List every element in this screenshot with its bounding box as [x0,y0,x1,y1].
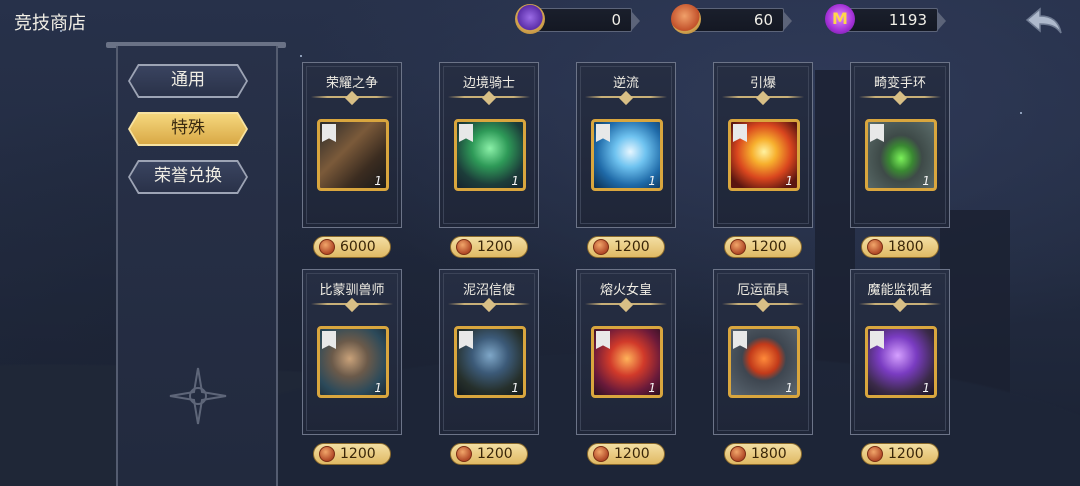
coin-icon [456,446,472,462]
coin-icon [867,239,883,255]
price-value: 6000 [340,239,376,255]
price-value: 1800 [888,239,924,255]
item-name: 荣耀之争 [325,76,378,91]
item-quantity: 1 [511,174,519,188]
item-name: 魔能监视者 [867,283,933,298]
price-button[interactable]: 1800 [724,443,802,465]
shop-item-card[interactable]: 逆流 1 [576,62,676,228]
price-button[interactable]: 1200 [724,236,802,258]
tab-label: 荣誉兑换 [154,166,222,186]
fire-blast-icon: 1 [728,119,800,191]
tab-label: 特殊 [171,118,205,138]
item-quantity: 1 [648,174,656,188]
price-value: 1200 [614,239,650,255]
resource-value: 60 [753,11,773,29]
green-knight-icon: 1 [454,119,526,191]
shop-item-card[interactable]: 比蒙驯兽师 1 [302,269,402,435]
ornament-icon [169,367,227,425]
item-quantity: 1 [648,381,656,395]
resource-arena-coin: 60 [671,4,792,34]
price-value: 1200 [751,239,787,255]
price-value: 1200 [614,446,650,462]
crest-icon [515,4,545,34]
resource-m-gem: M 1193 [825,4,946,34]
coin-icon [867,446,883,462]
shop-item-card[interactable]: 厄运面具 1 [713,269,813,435]
price-button[interactable]: 1200 [450,236,528,258]
tab-general[interactable]: 通用 [128,64,248,98]
arcane-watcher-icon: 1 [865,326,937,398]
price-button[interactable]: 1200 [587,236,665,258]
price-button[interactable]: 1200 [587,443,665,465]
ice-wave-icon: 1 [591,119,663,191]
battle-scroll-icon: 1 [317,119,389,191]
shop-item-card[interactable]: 畸变手环 1 [850,62,950,228]
shop-item-card[interactable]: 荣耀之争 1 [302,62,402,228]
lava-queen-icon: 1 [591,326,663,398]
shop-item-card[interactable]: 泥沼信使 1 [439,269,539,435]
coin-icon [319,446,335,462]
price-value: 1200 [477,239,513,255]
doom-mask-icon: 1 [728,326,800,398]
item-name: 泥沼信使 [462,283,515,298]
item-name: 熔火女皇 [599,283,652,298]
coin-icon [730,239,746,255]
item-quantity: 1 [374,174,382,188]
resource-honor-crest: 0 [515,4,640,34]
price-value: 1200 [888,446,924,462]
coin-icon [456,239,472,255]
item-quantity: 1 [922,174,930,188]
item-quantity: 1 [511,381,519,395]
item-name: 比蒙驯兽师 [319,283,385,298]
item-quantity: 1 [922,381,930,395]
shop-item-card[interactable]: 边境骑士 1 [439,62,539,228]
coin-icon [593,446,609,462]
resource-value: 0 [611,11,621,29]
coin-icon [319,239,335,255]
beast-tamer-icon: 1 [317,326,389,398]
price-button[interactable]: 6000 [313,236,391,258]
item-name: 逆流 [612,76,639,91]
price-button[interactable]: 1800 [861,236,939,258]
tab-honor-exchange[interactable]: 荣誉兑换 [128,160,248,194]
shop-item-card[interactable]: 熔火女皇 1 [576,269,676,435]
item-name: 厄运面具 [736,283,789,298]
item-name: 畸变手环 [873,76,926,91]
shop-item-card[interactable]: 魔能监视者 1 [850,269,950,435]
price-value: 1800 [751,446,787,462]
price-value: 1200 [477,446,513,462]
top-bar: 竞技商店 0 60 M 1193 [0,0,1080,42]
item-quantity: 1 [785,381,793,395]
price-button[interactable]: 1200 [861,443,939,465]
item-name: 引爆 [749,76,776,91]
m-gem-icon: M [825,4,855,34]
price-button[interactable]: 1200 [313,443,391,465]
page-title: 竞技商店 [14,13,86,34]
item-quantity: 1 [374,381,382,395]
resource-value: 1193 [888,11,927,29]
price-value: 1200 [340,446,376,462]
coin-icon [593,239,609,255]
swamp-messenger-icon: 1 [454,326,526,398]
coin-icon [730,446,746,462]
price-button[interactable]: 1200 [450,443,528,465]
tab-label: 通用 [171,70,205,90]
green-bracelet-icon: 1 [865,119,937,191]
coin-icon [671,4,701,34]
shop-item-card[interactable]: 引爆 1 [713,62,813,228]
tab-special[interactable]: 特殊 [128,112,248,146]
item-quantity: 1 [785,174,793,188]
item-name: 边境骑士 [462,76,515,91]
back-arrow-icon[interactable] [1024,6,1064,36]
